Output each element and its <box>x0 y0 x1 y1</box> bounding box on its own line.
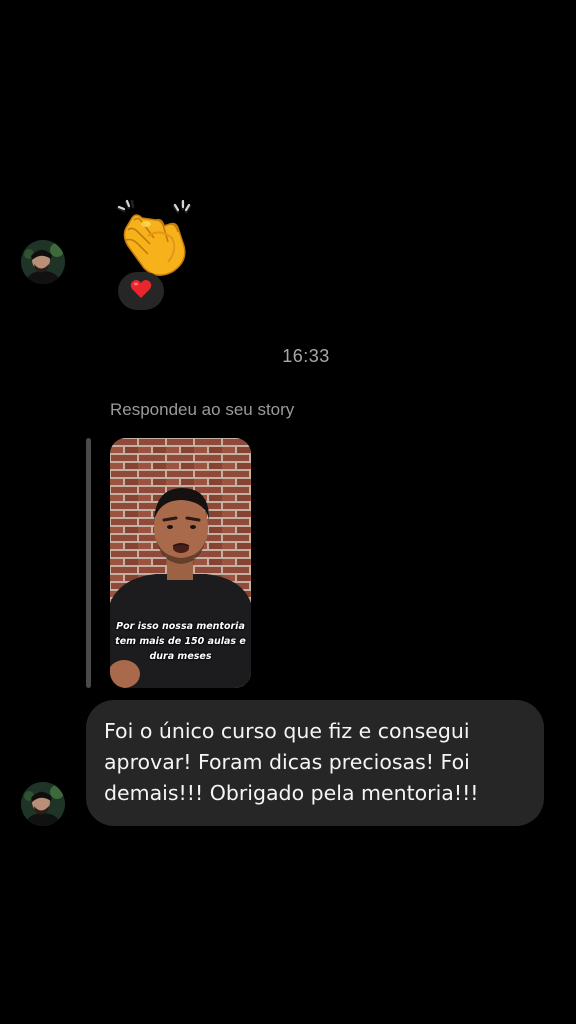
message-bubble[interactable]: Foi o único curso que fiz e consegui apr… <box>86 700 544 826</box>
message-text: Foi o único curso que fiz e consegui apr… <box>104 719 479 805</box>
message-timestamp: 16:33 <box>282 346 330 366</box>
sender-avatar[interactable] <box>21 782 65 826</box>
story-caption: Por isso nossa mentoria tem mais de 150 … <box>115 621 246 662</box>
heart-icon <box>130 279 152 304</box>
reaction-badge[interactable] <box>118 272 164 310</box>
reply-quote-bar <box>86 438 91 688</box>
story-thumbnail[interactable]: Por isso nossa mentoria tem mais de 150 … <box>110 438 251 688</box>
clapping-hands-emoji[interactable] <box>112 198 198 280</box>
story-reply-note: Respondeu ao seu story <box>110 400 295 419</box>
sender-avatar[interactable] <box>21 240 65 284</box>
